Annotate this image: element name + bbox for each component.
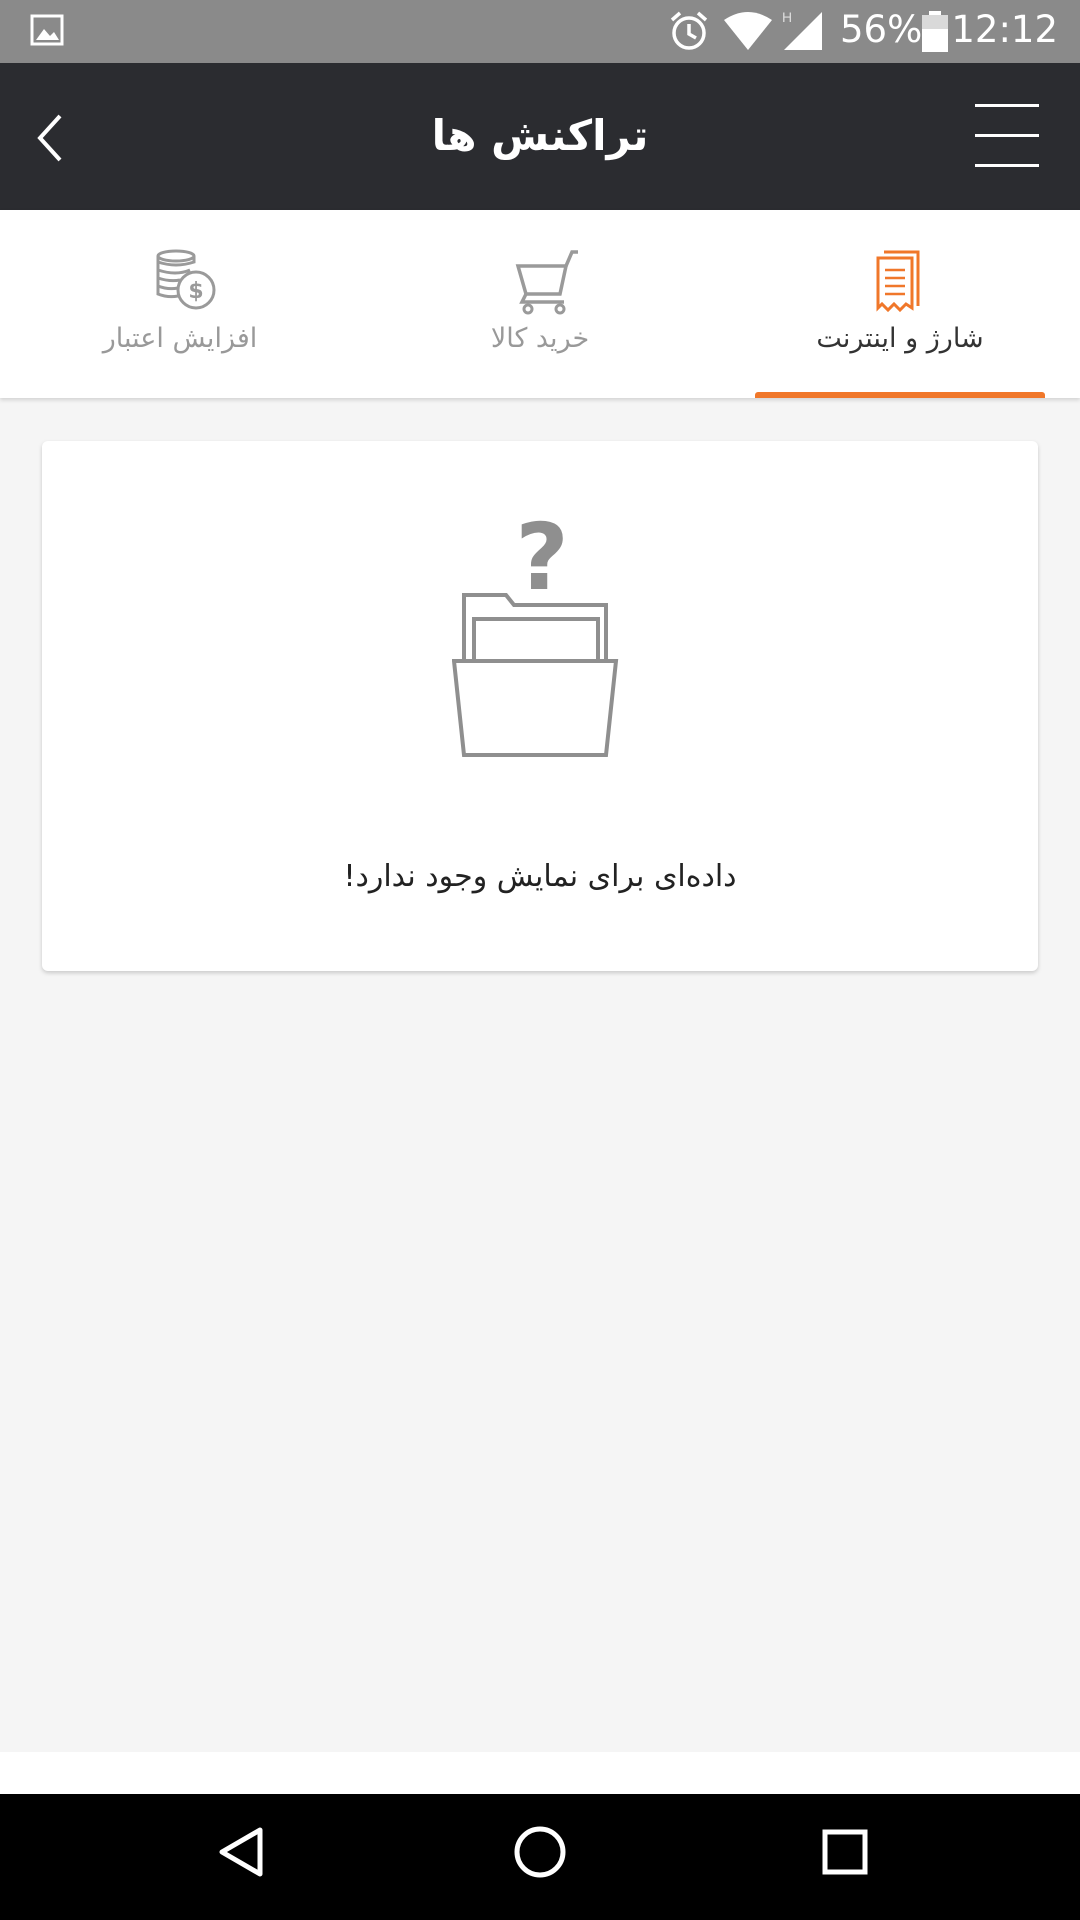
coins-icon: $ xyxy=(156,249,216,310)
system-navigation-bar xyxy=(0,1794,1080,1920)
tab-charge-internet[interactable]: شارژ و اینترنت xyxy=(720,210,1080,398)
tab-purchase-goods[interactable]: خرید کالا xyxy=(360,210,720,398)
cart-icon xyxy=(515,250,578,315)
hamburger-menu-icon[interactable] xyxy=(975,101,1041,171)
nav-back-icon[interactable] xyxy=(210,1822,270,1882)
tab-increase-credit[interactable]: $ افزایش اعتبار xyxy=(0,210,360,398)
battery-percent: 56% xyxy=(840,8,923,51)
receipt-icon xyxy=(876,250,920,313)
empty-folder-icon xyxy=(452,593,619,757)
svg-text:$: $ xyxy=(188,279,203,304)
gallery-notification-icon xyxy=(30,14,64,46)
nav-recents-icon[interactable] xyxy=(815,1822,875,1882)
battery-icon xyxy=(922,11,948,52)
wifi-icon: H xyxy=(724,12,772,50)
nav-home-icon[interactable] xyxy=(510,1822,570,1882)
clock: 12:12 xyxy=(951,8,1058,51)
app-bar: تراکنش ها xyxy=(0,63,1080,210)
status-bar: H H 56% 12:12 xyxy=(0,0,1080,63)
empty-state-card: ? داده‌ای برای نمایش وجود ندارد! xyxy=(42,441,1038,971)
svg-text:?: ? xyxy=(515,509,568,599)
network-type-label: H xyxy=(782,10,792,25)
signal-icon: H xyxy=(782,10,822,50)
empty-state-message: داده‌ای برای نمایش وجود ندارد! xyxy=(343,859,737,894)
question-mark-icon: ? xyxy=(515,509,568,599)
active-tab-indicator xyxy=(755,392,1045,398)
bottom-strip xyxy=(0,1752,1080,1794)
tab-label: افزایش اعتبار xyxy=(102,323,258,354)
page-title: تراکنش ها xyxy=(431,111,649,160)
alarm-icon xyxy=(670,11,708,50)
tab-label: خرید کالا xyxy=(490,323,590,354)
tab-bar: شارژ و اینترنت خرید کالا $ افزایش اعتبار xyxy=(0,210,1080,398)
tab-label: شارژ و اینترنت xyxy=(816,323,984,354)
